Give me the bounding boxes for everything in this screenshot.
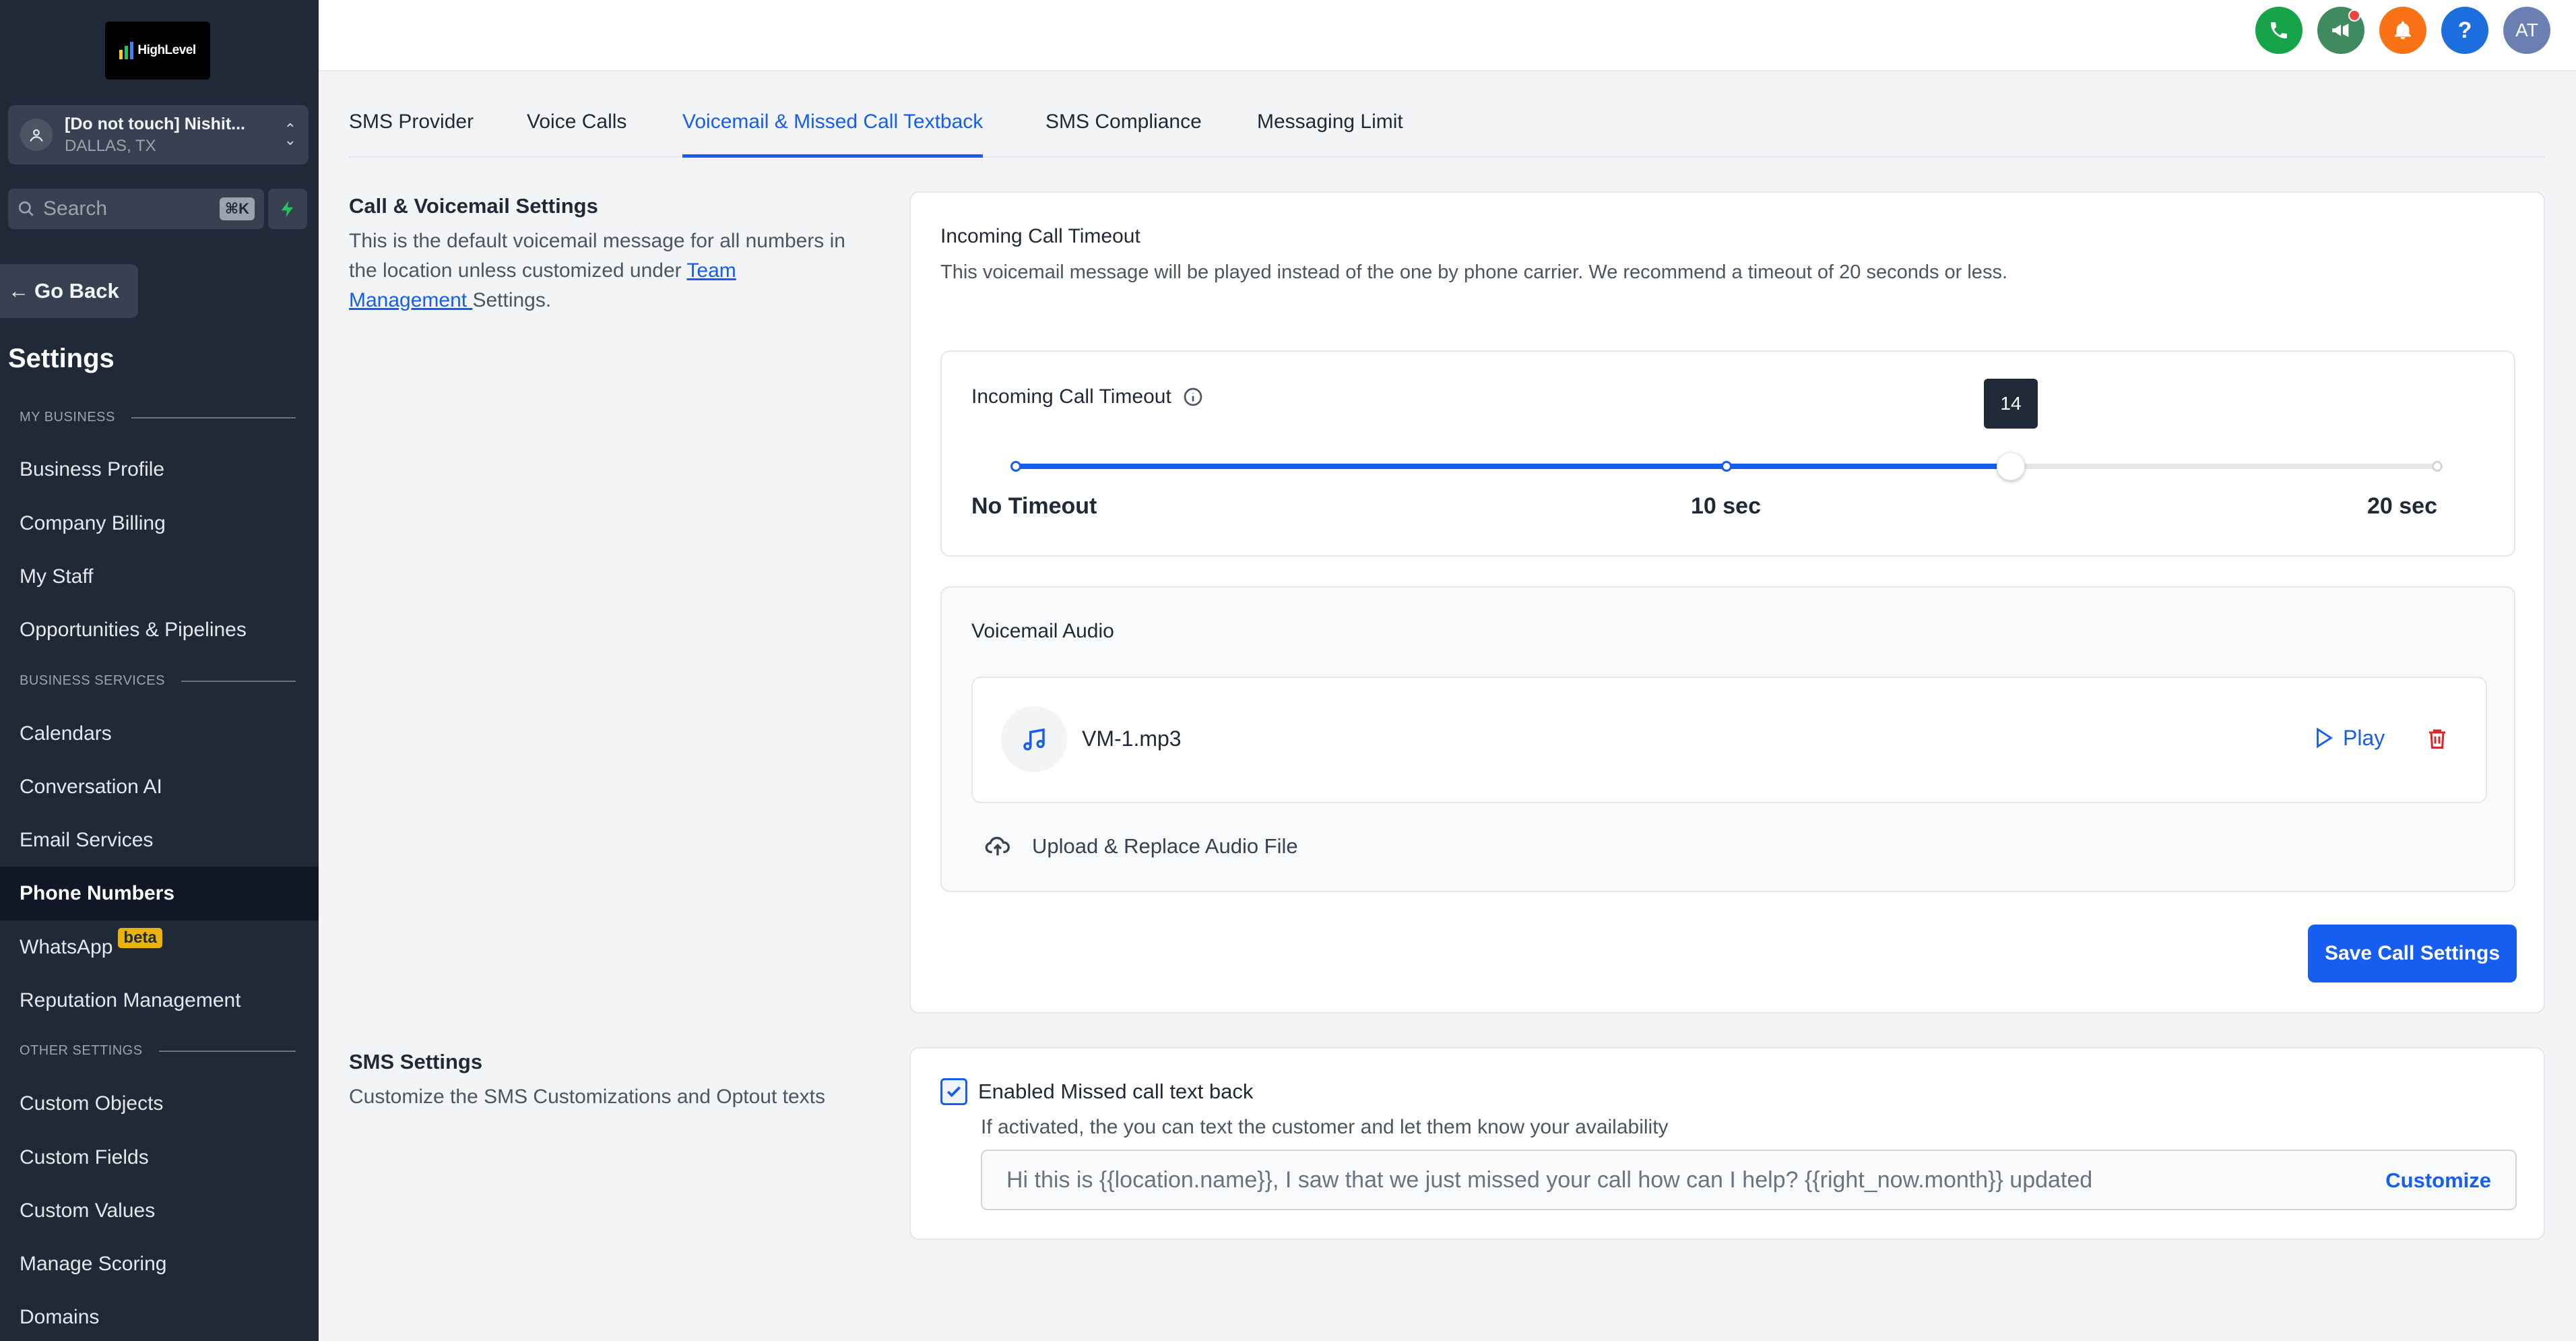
timeout-heading: Incoming Call Timeout: [940, 225, 1140, 247]
missed-call-helper: If activated, the you can text the custo…: [981, 1116, 1669, 1138]
tab-sms-compliance[interactable]: SMS Compliance: [1045, 111, 1202, 158]
beta-badge: beta: [118, 928, 162, 948]
play-label: Play: [2343, 725, 2385, 750]
timeout-slider-panel: Incoming Call Timeout 14 No Timeout 10 s…: [940, 350, 2515, 557]
sms-settings-title: SMS Settings: [349, 1050, 483, 1073]
location-city: DALLAS, TX: [65, 136, 156, 155]
sms-settings-description: Customize the SMS Customizations and Opt…: [349, 1086, 825, 1108]
info-icon[interactable]: [1182, 386, 1204, 408]
sidebar-item-custom-values[interactable]: Custom Values: [0, 1184, 319, 1238]
voicemail-audio-title: Voicemail Audio: [971, 620, 1114, 642]
quick-actions-button[interactable]: [268, 189, 307, 229]
tab-messaging-limit[interactable]: Messaging Limit: [1257, 111, 1403, 158]
top-header: ? AT: [319, 0, 2576, 71]
checkmark-icon: [946, 1086, 961, 1098]
timeout-description: This voicemail message will be played in…: [940, 261, 2007, 283]
sidebar-item-my-staff[interactable]: My Staff: [0, 550, 319, 604]
slider-label-min: No Timeout: [971, 493, 1097, 519]
call-settings-title: Call & Voicemail Settings: [349, 194, 598, 218]
missed-call-checkbox[interactable]: [940, 1078, 967, 1105]
sms-settings-card: Enabled Missed call text back If activat…: [909, 1047, 2545, 1240]
help-icon: ?: [2457, 17, 2472, 43]
sidebar-item-business-profile[interactable]: Business Profile: [0, 443, 319, 497]
phone-icon: [2271, 22, 2287, 38]
call-settings-card: Incoming Call Timeout This voicemail mes…: [909, 191, 2545, 1013]
slider-mark-10: [1721, 461, 1732, 472]
slider-label: Incoming Call Timeout: [971, 385, 1204, 408]
tab-sms-provider[interactable]: SMS Provider: [349, 111, 474, 158]
location-icon: [20, 119, 53, 151]
tab-voicemail-textback[interactable]: Voicemail & Missed Call Textback: [682, 111, 984, 158]
sidebar-item-whatsapp[interactable]: WhatsApp beta: [0, 921, 319, 974]
sidebar-item-custom-fields[interactable]: Custom Fields: [0, 1131, 319, 1185]
play-button[interactable]: Play: [2312, 725, 2385, 751]
slider-thumb[interactable]: [1997, 452, 2025, 480]
avatar-initials: AT: [2515, 20, 2538, 40]
audio-file-row: VM-1.mp3 Play: [971, 677, 2487, 803]
slider-mark-20: [2432, 461, 2443, 472]
notification-dot: [2348, 9, 2360, 22]
sidebar-item-manage-scoring[interactable]: Manage Scoring: [0, 1237, 319, 1291]
location-switcher[interactable]: [Do not touch] Nishit... DALLAS, TX ⌃ ⌄: [8, 105, 309, 164]
slider-label-max: 20 sec: [2367, 493, 2437, 519]
voicemail-audio-panel: Voicemail Audio VM-1.mp3 Play Upload & R…: [940, 586, 2515, 892]
settings-tabs: SMS Provider Voice Calls Voicemail & Mis…: [349, 71, 2545, 158]
timeout-slider[interactable]: 14: [1010, 379, 2443, 487]
save-call-settings-button[interactable]: Save Call Settings: [2308, 925, 2517, 983]
search-shortcut: ⌘K: [219, 197, 255, 220]
missed-call-message: Hi this is {{location.name}}, I saw that…: [1006, 1167, 2093, 1193]
search-icon: [18, 201, 34, 216]
customize-button[interactable]: Customize: [2385, 1168, 2491, 1193]
logo-bars-icon: [119, 42, 134, 59]
help-button[interactable]: ?: [2441, 7, 2488, 54]
lightning-icon: [281, 201, 294, 217]
delete-audio-button[interactable]: [2425, 725, 2449, 755]
play-icon: [2317, 727, 2333, 749]
slider-mark-0: [1010, 461, 1021, 472]
notifications-button[interactable]: [2379, 7, 2426, 54]
section-header: MY BUSINESS: [20, 410, 296, 425]
sidebar-item-domains[interactable]: Domains: [0, 1290, 319, 1341]
sidebar-item-company-billing[interactable]: Company Billing: [0, 497, 319, 551]
location-name: [Do not touch] Nishit...: [65, 114, 246, 133]
upload-label: Upload & Replace Audio File: [1032, 834, 1298, 858]
section-header: BUSINESS SERVICES: [20, 673, 296, 689]
chevron-updown-icon: ⌃ ⌄: [284, 121, 296, 148]
upload-cloud-icon: [985, 836, 1010, 856]
music-note-icon: [1001, 706, 1067, 772]
sidebar: HighLevel [Do not touch] Nishit... DALLA…: [0, 0, 319, 1341]
logo-text: HighLevel: [137, 43, 196, 57]
sidebar-item-calendars[interactable]: Calendars: [0, 707, 319, 761]
search-input[interactable]: Search ⌘K: [8, 189, 264, 229]
section-header: OTHER SETTINGS: [20, 1043, 296, 1059]
upload-audio-button[interactable]: Upload & Replace Audio File: [982, 833, 1298, 860]
arrow-left-icon: ←: [8, 279, 29, 303]
sidebar-item-custom-objects[interactable]: Custom Objects: [0, 1077, 319, 1131]
bell-icon: [2395, 21, 2411, 40]
sidebar-item-reputation-management[interactable]: Reputation Management: [0, 974, 319, 1028]
announcements-button[interactable]: [2317, 7, 2364, 54]
missed-call-message-input[interactable]: Hi this is {{location.name}}, I saw that…: [981, 1150, 2517, 1210]
slider-label-mid: 10 sec: [1691, 493, 1761, 519]
go-back-button[interactable]: ← Go Back: [0, 264, 138, 318]
sidebar-title: Settings: [8, 344, 115, 373]
phone-button[interactable]: [2255, 7, 2303, 54]
audio-file-name: VM-1.mp3: [1082, 726, 1182, 751]
missed-call-label: Enabled Missed call text back: [978, 1080, 1254, 1103]
megaphone-icon: [2332, 24, 2349, 37]
sidebar-item-opportunities[interactable]: Opportunities & Pipelines: [0, 603, 319, 657]
search-placeholder: Search: [43, 197, 108, 220]
tab-voice-calls[interactable]: Voice Calls: [527, 111, 626, 158]
go-back-label: Go Back: [34, 279, 119, 303]
avatar[interactable]: AT: [2503, 7, 2550, 54]
company-logo[interactable]: HighLevel: [105, 22, 210, 80]
slider-value-tooltip: 14: [1984, 379, 2038, 429]
trash-icon: [2429, 729, 2445, 749]
sidebar-item-phone-numbers[interactable]: Phone Numbers: [0, 867, 319, 921]
call-settings-description: This is the default voicemail message fo…: [349, 230, 845, 311]
sidebar-item-email-services[interactable]: Email Services: [0, 813, 319, 867]
sidebar-item-conversation-ai[interactable]: Conversation AI: [0, 760, 319, 814]
